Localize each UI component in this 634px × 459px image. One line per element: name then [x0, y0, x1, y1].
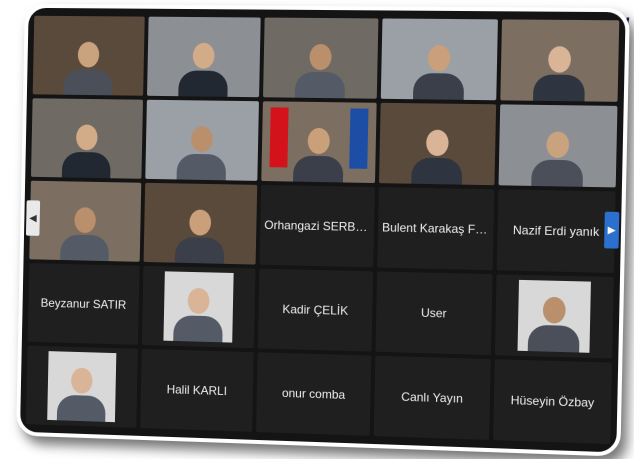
participant-tile[interactable]: Hüseyin Özbay	[493, 359, 612, 444]
turkish-flag-icon	[269, 107, 288, 167]
participant-photo	[47, 351, 116, 422]
previous-page-button[interactable]: ◀	[26, 200, 40, 236]
participant-video	[144, 183, 258, 265]
participant-video	[263, 18, 378, 99]
participant-name: onur comba	[278, 386, 349, 402]
grid-row: Beyzanur SATIR Kadir ÇELİK User	[28, 263, 614, 358]
participant-tile[interactable]: Halil KARLI	[140, 349, 254, 432]
grid-row	[31, 98, 617, 187]
participant-name: Nazif Erdi yanık	[509, 223, 604, 239]
participant-tile[interactable]	[495, 274, 614, 358]
participant-tile[interactable]: onur comba	[256, 352, 371, 436]
university-flag-icon	[349, 108, 368, 168]
participant-tile[interactable]	[145, 100, 259, 181]
participant-name: Kadir ÇELİK	[278, 302, 352, 318]
participant-video	[145, 100, 259, 181]
participant-grid: Orhangazi SERBE... Bulent Karakaş Fe... Na…	[26, 16, 619, 448]
participant-video	[379, 103, 496, 185]
participant-video	[29, 181, 141, 262]
participant-tile[interactable]	[147, 17, 261, 98]
participant-name: Bulent Karakaş Fe...	[378, 220, 494, 237]
participant-tile[interactable]	[31, 98, 143, 179]
participant-tile[interactable]: Beyzanur SATIR	[28, 263, 140, 345]
chevron-right-icon: ▶	[608, 224, 616, 235]
participant-tile[interactable]	[33, 16, 145, 96]
participant-tile[interactable]	[499, 104, 618, 187]
participant-tile[interactable]	[29, 181, 141, 262]
participant-name: Orhangazi SERBE...	[260, 218, 374, 234]
participant-tile[interactable]	[500, 19, 619, 101]
chevron-left-icon: ◀	[29, 213, 37, 224]
participant-tile[interactable]: User	[375, 271, 492, 355]
participant-name: Canlı Yayın	[397, 390, 467, 406]
participant-video	[500, 19, 619, 101]
participant-tile[interactable]: Canlı Yayın	[374, 356, 491, 440]
grid-row: Halil KARLI onur comba Canlı Yayın Hüseyin …	[26, 346, 612, 444]
participant-video	[33, 16, 145, 96]
participant-tile[interactable]: Bulent Karakaş Fe...	[377, 187, 494, 270]
participant-tile[interactable]: Nazif Erdi yanık	[497, 189, 616, 273]
participant-video	[499, 104, 618, 187]
participant-name: Halil KARLI	[163, 382, 231, 398]
participant-tile[interactable]	[26, 346, 138, 428]
participant-tile[interactable]: Kadir ÇELİK	[258, 269, 373, 352]
participant-tile[interactable]	[381, 18, 498, 100]
participant-tile[interactable]	[379, 103, 496, 185]
participant-tile[interactable]	[144, 183, 258, 265]
grid-row: Orhangazi SERBE... Bulent Karakaş Fe... Na…	[29, 181, 615, 273]
next-page-button[interactable]: ▶	[604, 212, 619, 249]
participant-tile[interactable]: Orhangazi SERBE...	[260, 185, 375, 267]
participant-tile[interactable]	[142, 266, 256, 348]
participant-tile[interactable]	[261, 101, 376, 183]
meeting-gallery-window: Orhangazi SERBE... Bulent Karakaş Fe... Na…	[16, 4, 630, 457]
participant-video	[261, 101, 376, 183]
participant-video	[381, 18, 498, 100]
participant-photo	[163, 271, 233, 342]
participant-video	[147, 17, 261, 98]
participant-tile[interactable]	[263, 18, 378, 99]
participant-video	[31, 98, 143, 179]
grid-row	[33, 16, 620, 102]
participant-name: User	[417, 306, 451, 321]
participant-name: Hüseyin Özbay	[506, 393, 598, 410]
participant-photo	[518, 280, 591, 353]
participant-name: Beyzanur SATIR	[37, 296, 131, 312]
